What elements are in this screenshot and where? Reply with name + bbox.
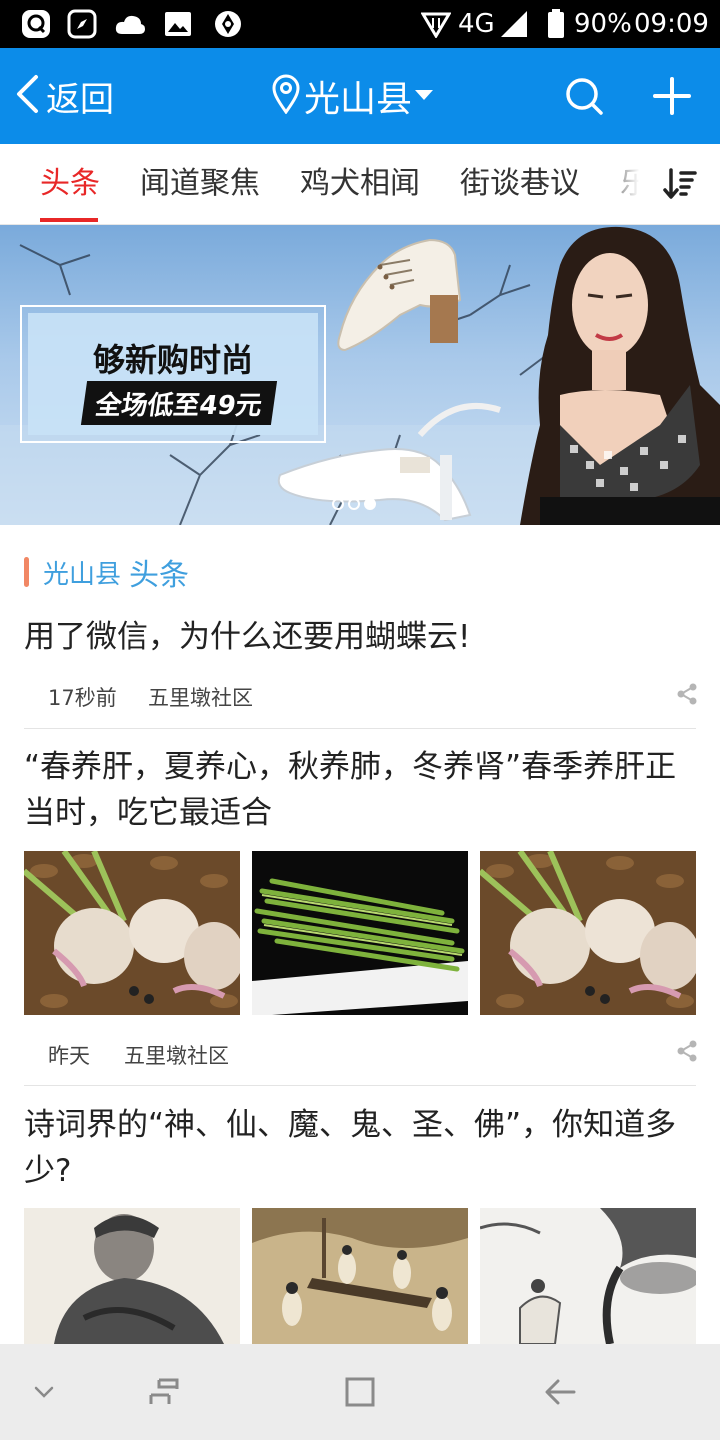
section-accent-bar [24, 557, 29, 587]
image-icon [162, 8, 194, 40]
carousel-dot[interactable] [348, 498, 360, 510]
system-nav-bar [0, 1344, 720, 1440]
article-time: 昨天 [48, 1044, 90, 1068]
article-thumbnail-scholars-painting[interactable] [252, 1208, 468, 1344]
tab-street-talk[interactable]: 街谈巷议 [460, 164, 580, 204]
divider [24, 1085, 696, 1086]
back-icon[interactable] [532, 1364, 588, 1420]
active-tab-indicator [40, 218, 98, 222]
carousel-indicator [332, 498, 376, 510]
promo-title: 够新购时尚 [92, 341, 253, 379]
tab-news-focus[interactable]: 闻道聚焦 [140, 164, 260, 204]
back-label: 返回 [46, 79, 114, 120]
clock: 09:09 [634, 9, 709, 39]
recent-apps-icon[interactable] [136, 1364, 192, 1420]
section-heading: 头条 [129, 558, 190, 593]
back-button[interactable]: 返回 [14, 66, 114, 126]
article-thumbnail-ink-landscape[interactable] [480, 1208, 696, 1344]
carousel-dot[interactable] [332, 498, 344, 510]
article-title[interactable]: “春养肝，夏养心，秋养肺，冬养肾”春季养肝正当时，吃它最适合 [24, 744, 696, 836]
status-bar: 4G 90% 09:09 [0, 0, 720, 48]
home-icon[interactable] [332, 1364, 388, 1420]
share-icon[interactable] [672, 679, 702, 709]
article-thumbnail-chives[interactable] [252, 851, 468, 1015]
article-source: 五里墩社区 [124, 1044, 229, 1068]
category-tabs: 头条 闻道聚焦 鸡犬相闻 街谈巷议 乐 [0, 144, 720, 225]
signal-icon [498, 8, 530, 40]
promo-card: 够新购时尚 全场低至49元 [20, 305, 326, 443]
section-header: 光山县 头条 [24, 552, 190, 593]
share-icon[interactable] [672, 1036, 702, 1066]
compass-icon [66, 8, 98, 40]
location-pin-icon [272, 74, 300, 118]
search-icon[interactable] [558, 70, 610, 122]
article-title[interactable]: 用了微信，为什么还要用蝴蝶云! [24, 614, 696, 660]
article-thumbnail-garlic[interactable] [24, 851, 240, 1015]
article-title[interactable]: 诗词界的“神、仙、魔、鬼、圣、佛”，你知道多少? [24, 1102, 696, 1194]
tab-fade [600, 144, 656, 224]
tab-neighborhood[interactable]: 鸡犬相闻 [300, 164, 420, 204]
carousel-dot-active[interactable] [364, 498, 376, 510]
article-thumbnail-poet-portrait[interactable] [24, 1208, 240, 1344]
battery-percent: 90% [574, 9, 632, 39]
location-selector[interactable]: 光山县 [272, 66, 434, 126]
article-thumbnail-garlic[interactable] [480, 851, 696, 1015]
network-type: 4G [458, 9, 495, 39]
divider [24, 728, 696, 729]
caret-down-icon [414, 87, 434, 106]
add-icon[interactable] [646, 70, 698, 122]
promo-banner[interactable]: 够新购时尚 全场低至49元 [0, 225, 720, 525]
chevron-left-icon [14, 74, 40, 118]
section-location: 光山县 [43, 559, 122, 590]
location-label: 光山县 [304, 79, 413, 120]
promo-subtitle: 全场低至49元 [80, 381, 278, 425]
data-transfer-icon [420, 8, 452, 40]
qq-icon [20, 8, 52, 40]
chevron-down-icon[interactable] [16, 1364, 72, 1420]
article-time: 17秒前 [48, 686, 117, 710]
aperture-icon [212, 8, 244, 40]
battery-icon [540, 8, 572, 40]
cloud-icon [114, 8, 146, 40]
tab-headlines[interactable]: 头条 [40, 164, 100, 204]
sort-icon[interactable] [656, 162, 704, 206]
article-source: 五里墩社区 [148, 686, 253, 710]
app-header: 返回 光山县 [0, 48, 720, 144]
